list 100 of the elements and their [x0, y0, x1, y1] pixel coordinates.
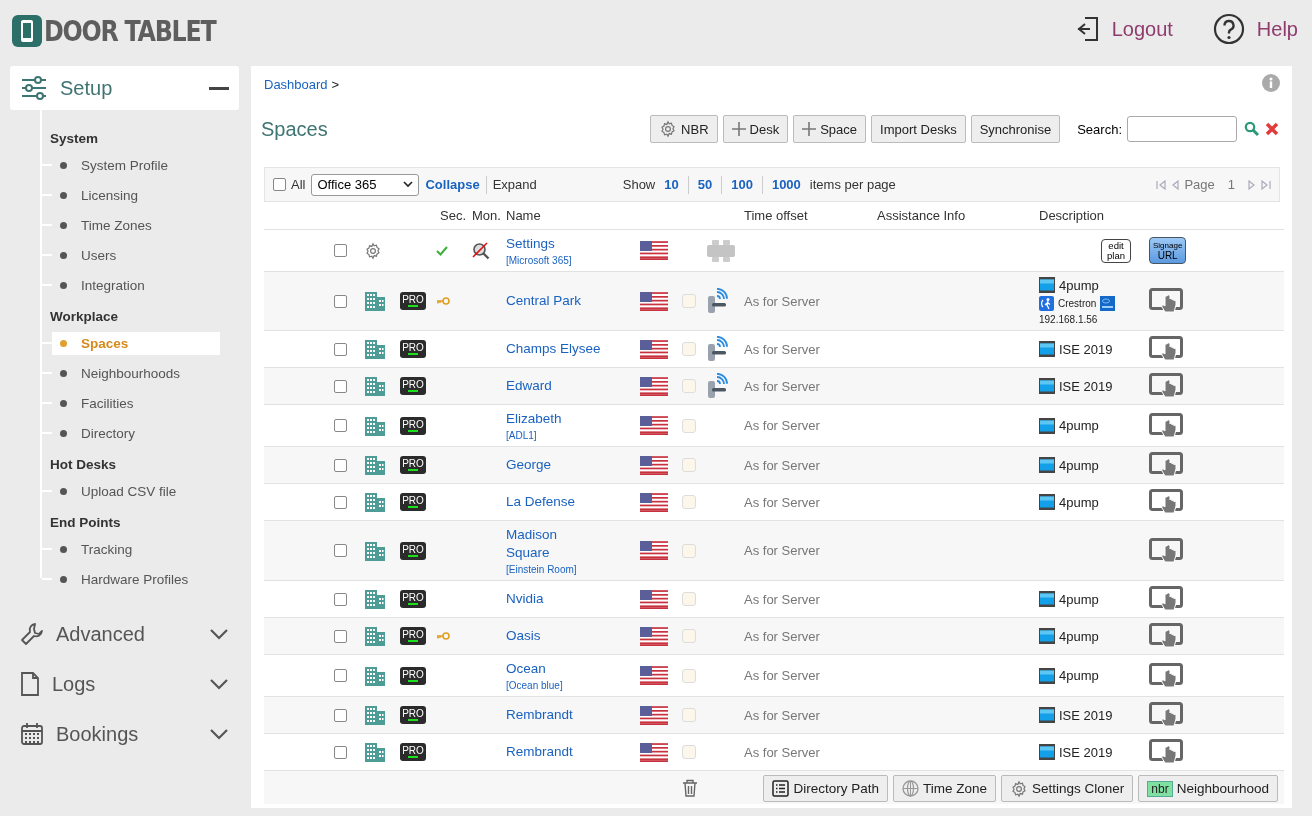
enable-checkbox[interactable]: [682, 294, 696, 308]
space-name-link[interactable]: George: [506, 456, 552, 474]
nav-item[interactable]: Hardware Profiles: [52, 567, 220, 591]
toolbar-button[interactable]: Desk: [722, 115, 789, 143]
toolbar-button[interactable]: Synchronise: [970, 115, 1061, 143]
space-name-link[interactable]: Champs Elysee: [506, 340, 601, 358]
chevron-down-icon[interactable]: [209, 678, 229, 690]
touch-tablet-icon[interactable]: [1149, 702, 1183, 728]
clear-icon[interactable]: [1265, 122, 1279, 136]
logout-link[interactable]: Logout: [1075, 13, 1173, 45]
space-name-link[interactable]: Rembrandt: [506, 706, 573, 724]
row-checkbox[interactable]: [334, 458, 347, 472]
space-name-link[interactable]: Nvidia: [506, 590, 544, 608]
toolbar-button[interactable]: NBR: [650, 115, 718, 143]
row-checkbox[interactable]: [334, 629, 347, 643]
row-checkbox[interactable]: [334, 544, 347, 557]
footer-button[interactable]: Time Zone: [893, 775, 996, 802]
nav-item[interactable]: Upload CSV file: [52, 479, 220, 503]
nav-item[interactable]: Integration: [52, 273, 220, 297]
source-select[interactable]: Office 365: [311, 173, 420, 196]
footer-button[interactable]: Directory Path: [763, 775, 888, 802]
toolbar-button[interactable]: Import Desks: [871, 115, 966, 143]
space-alias-link[interactable]: [Ocean blue]: [506, 680, 563, 691]
breadcrumb-link[interactable]: Dashboard: [264, 76, 328, 92]
enable-checkbox[interactable]: [682, 458, 696, 472]
row-checkbox[interactable]: [334, 495, 347, 509]
page-size-link[interactable]: 10: [661, 177, 682, 192]
row-checkbox[interactable]: [334, 342, 347, 356]
info-icon[interactable]: [1262, 74, 1280, 92]
space-name-link[interactable]: La Defense: [506, 493, 576, 511]
expand-link[interactable]: Expand: [492, 177, 537, 192]
enable-checkbox[interactable]: [682, 745, 696, 759]
nav-item[interactable]: Users: [52, 243, 220, 267]
collapse-icon[interactable]: [209, 86, 229, 90]
enable-checkbox[interactable]: [682, 592, 696, 606]
trash-icon[interactable]: [682, 778, 698, 797]
enable-checkbox[interactable]: [682, 418, 696, 433]
collapse-link[interactable]: Collapse: [425, 177, 480, 192]
row-checkbox[interactable]: [334, 379, 347, 393]
enable-checkbox[interactable]: [682, 342, 696, 356]
space-name-link[interactable]: Central Park: [506, 292, 582, 310]
enable-checkbox[interactable]: [682, 708, 696, 722]
touch-tablet-icon[interactable]: [1149, 288, 1183, 314]
nav-item[interactable]: Directory: [52, 421, 220, 445]
space-name-link[interactable]: Rembrandt: [506, 743, 573, 761]
enable-checkbox[interactable]: [682, 495, 696, 509]
space-name-link[interactable]: Madison Square: [506, 526, 604, 562]
enable-checkbox[interactable]: [682, 668, 696, 683]
space-alias-link[interactable]: [Microsoft 365]: [506, 255, 572, 266]
signage-url-button[interactable]: Signage URL: [1149, 237, 1187, 264]
nav-item[interactable]: Time Zones: [52, 213, 220, 237]
last-page-icon[interactable]: [1261, 179, 1271, 190]
section-header[interactable]: Setup: [10, 66, 239, 110]
first-page-icon[interactable]: [1156, 179, 1167, 190]
section-header[interactable]: Bookings: [10, 712, 239, 756]
nav-item[interactable]: Licensing: [52, 183, 220, 207]
touch-tablet-icon[interactable]: [1149, 537, 1183, 564]
enable-checkbox[interactable]: [682, 379, 696, 393]
touch-tablet-icon[interactable]: [1149, 586, 1183, 612]
touch-tablet-icon[interactable]: [1149, 489, 1183, 515]
row-checkbox[interactable]: [334, 592, 347, 606]
touch-tablet-icon[interactable]: [1149, 662, 1183, 689]
nav-item[interactable]: Tracking: [52, 537, 220, 561]
chevron-down-icon[interactable]: [209, 728, 229, 740]
space-name-link[interactable]: Oasis: [506, 627, 541, 645]
row-checkbox[interactable]: [334, 294, 347, 308]
toolbar-button[interactable]: Space: [793, 115, 867, 143]
row-checkbox[interactable]: [334, 745, 347, 759]
space-name-link[interactable]: Edward: [506, 377, 552, 395]
touch-tablet-icon[interactable]: [1149, 336, 1183, 362]
row-checkbox[interactable]: [334, 708, 347, 722]
space-name-link[interactable]: Elizabeth: [506, 410, 562, 428]
nav-item[interactable]: Facilities: [52, 391, 220, 415]
space-name-link[interactable]: Settings: [506, 235, 555, 253]
touch-tablet-icon[interactable]: [1149, 739, 1183, 765]
section-header[interactable]: Logs: [10, 662, 239, 706]
nav-item[interactable]: System Profile: [52, 153, 220, 177]
row-checkbox[interactable]: [334, 419, 347, 432]
touch-tablet-icon[interactable]: [1149, 452, 1183, 478]
touch-tablet-icon[interactable]: [1149, 623, 1183, 649]
space-alias-link[interactable]: [Einstein Room]: [506, 564, 577, 575]
footer-button[interactable]: nbr Neighbourhood: [1138, 775, 1278, 802]
page-size-link[interactable]: 100: [728, 177, 756, 192]
search-field[interactable]: [1127, 116, 1237, 142]
previous-page-icon[interactable]: [1171, 179, 1180, 190]
enable-checkbox[interactable]: [682, 629, 696, 643]
select-all-checkbox[interactable]: [273, 178, 286, 191]
edit-plan-button[interactable]: edit plan: [1101, 238, 1131, 263]
footer-button[interactable]: Settings Cloner: [1001, 775, 1134, 802]
next-page-icon[interactable]: [1248, 179, 1256, 190]
chevron-down-icon[interactable]: [209, 628, 229, 640]
help-link[interactable]: Help: [1212, 13, 1298, 45]
space-alias-link[interactable]: [ADL1]: [506, 430, 537, 441]
section-header[interactable]: Advanced: [10, 612, 239, 656]
nav-item[interactable]: Neighbourhoods: [52, 361, 220, 385]
search-icon[interactable]: [1244, 121, 1260, 137]
touch-tablet-icon[interactable]: [1149, 373, 1183, 399]
row-checkbox[interactable]: [334, 669, 347, 682]
space-name-link[interactable]: Ocean: [506, 660, 546, 678]
touch-tablet-icon[interactable]: [1149, 412, 1183, 439]
